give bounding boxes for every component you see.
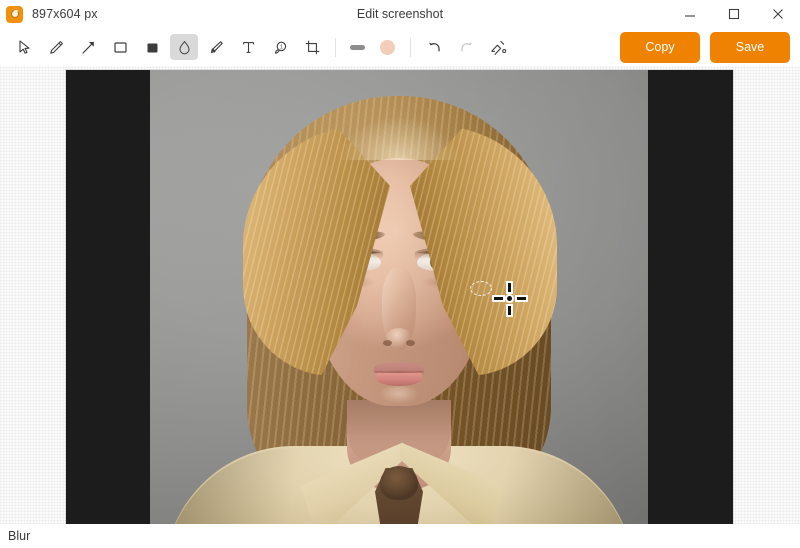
line-thickness-icon[interactable] [345,34,369,60]
maximize-icon[interactable] [712,0,756,28]
nostril-right [406,340,415,346]
window-controls [668,0,800,28]
eraser-icon[interactable] [484,34,512,60]
pencil-icon[interactable] [42,34,70,60]
copy-button[interactable]: Copy [620,31,700,63]
toolbar-divider [410,37,411,57]
arrow-icon[interactable] [74,34,102,60]
minimize-icon[interactable] [668,0,712,28]
toolbar-divider [335,37,336,57]
undo-arrow-icon[interactable] [420,34,448,60]
svg-text:1: 1 [279,44,282,50]
status-bar: Blur [0,524,800,548]
action-buttons: Copy Save [620,31,800,63]
mouth-line [374,371,424,373]
lower-lip [376,371,422,386]
text-t-icon[interactable] [234,34,262,60]
applied-blur-mark [470,281,492,296]
portrait-photo[interactable] [150,70,648,524]
number-stamp-icon[interactable]: 1 [266,34,294,60]
screenshot-canvas[interactable] [66,70,733,524]
edit-screenshot-window: 897x604 px Edit screenshot 1 Copy Save B… [0,0,800,548]
crop-icon[interactable] [298,34,326,60]
color-swatch-icon[interactable] [373,34,401,60]
close-icon[interactable] [756,0,800,28]
filled-square-icon[interactable] [138,34,166,60]
portrait-figure [150,70,648,524]
necktie-knot [380,466,418,500]
chin [373,386,425,410]
title-bar: 897x604 px Edit screenshot [0,0,800,28]
crosshair-cursor [493,282,527,316]
active-tool-label: Blur [8,529,31,543]
rectangle-icon[interactable] [106,34,134,60]
droplet-icon[interactable] [170,34,198,60]
highlighter-icon[interactable] [202,34,230,60]
image-dimensions-label: 897x604 px [32,7,98,21]
editor-stage [0,66,800,524]
cursor-arrow-icon[interactable] [10,34,38,60]
save-button[interactable]: Save [710,31,790,63]
nostril-left [383,340,392,346]
redo-arrow-icon[interactable] [452,34,480,60]
camera-icon [6,5,23,23]
annotation-toolbar: 1 Copy Save [0,28,800,66]
